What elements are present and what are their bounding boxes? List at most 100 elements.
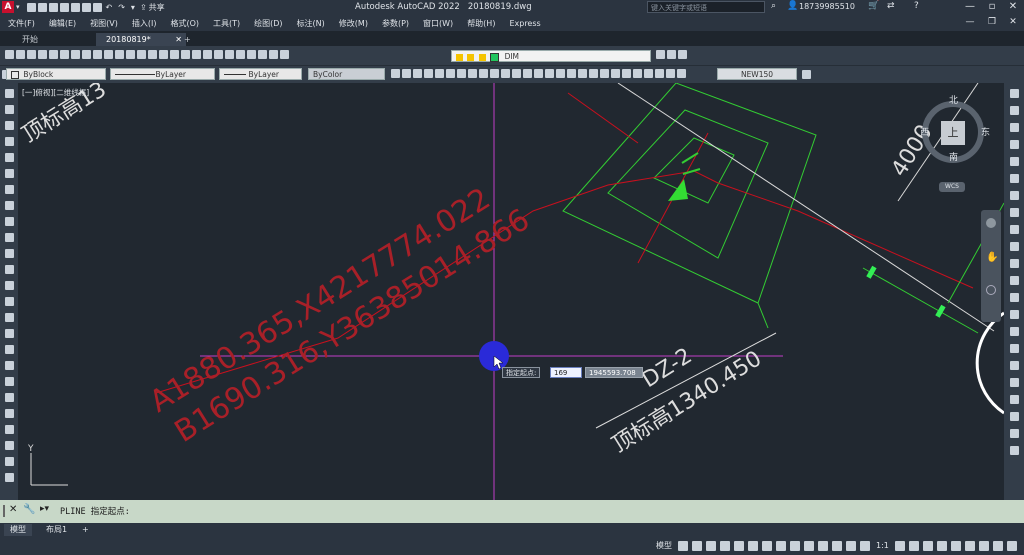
draw-tool-icon[interactable] [5, 313, 14, 322]
dynamic-input-icon[interactable] [720, 540, 730, 551]
menu-item[interactable]: 格式(O) [170, 18, 199, 29]
close-button[interactable]: ✕ [1003, 0, 1023, 15]
dimension-tool-icon[interactable] [391, 69, 400, 78]
block-editor-icon[interactable] [126, 50, 135, 59]
save-icon[interactable] [48, 2, 58, 12]
compass-west[interactable]: 西 [920, 125, 929, 138]
quick-properties-icon[interactable] [950, 540, 961, 551]
dimension-tool-icon[interactable] [578, 69, 587, 78]
draw-tool-icon[interactable] [5, 105, 14, 114]
draw-tool-icon[interactable] [5, 473, 14, 482]
dimension-tool-icon[interactable] [457, 69, 466, 78]
dimension-tool-icon[interactable] [600, 69, 609, 78]
model-space-button[interactable]: 模型 [656, 540, 672, 551]
modify-tool-icon[interactable] [1010, 242, 1019, 251]
lineweight-dropdown[interactable]: ByLayer [219, 68, 302, 80]
grid-icon[interactable] [678, 540, 688, 551]
cmd-recent-icon[interactable]: ▸▾ [40, 504, 49, 514]
dynamic-y-input[interactable]: 1945593.708 [585, 367, 643, 378]
modify-tool-icon[interactable] [1010, 361, 1019, 370]
draw-tool-icon[interactable] [5, 201, 14, 210]
layer-previous-icon[interactable] [678, 50, 687, 59]
modify-tool-icon[interactable] [1010, 412, 1019, 421]
share-icon[interactable]: ⇪ [140, 3, 147, 12]
draw-tool-icon[interactable] [5, 121, 14, 130]
menu-item[interactable]: 帮助(H) [467, 18, 495, 29]
doc-minimize-button[interactable]: — [960, 15, 980, 30]
dimension-tool-icon[interactable] [424, 69, 433, 78]
redo-icon[interactable] [148, 50, 157, 59]
redo-icon[interactable]: ↷ [118, 3, 125, 12]
cart-icon[interactable]: 🛒 [868, 1, 879, 11]
undo-icon[interactable]: ↶ [106, 3, 113, 12]
3d-print-icon[interactable] [71, 50, 80, 59]
dimension-tool-icon[interactable] [435, 69, 444, 78]
dimension-tool-icon[interactable] [666, 69, 675, 78]
share-button[interactable]: 共享 [149, 2, 165, 13]
draw-tool-icon[interactable] [5, 345, 14, 354]
steering-wheel-icon[interactable] [986, 218, 996, 228]
polar-icon[interactable] [748, 540, 758, 551]
customize-menu-icon[interactable] [1006, 540, 1017, 551]
menu-item[interactable]: 窗口(W) [423, 18, 453, 29]
dynamic-x-input[interactable]: 169 [550, 367, 582, 378]
publish-icon[interactable] [60, 50, 69, 59]
tool-palettes-icon[interactable] [225, 50, 234, 59]
paste-icon[interactable] [104, 50, 113, 59]
drawing-canvas[interactable]: 顶标高13 A1880.365,X4217774.022 B1690.316,Y… [18, 83, 1004, 500]
zoom-icon[interactable] [986, 285, 996, 295]
dimension-tool-icon[interactable] [446, 69, 455, 78]
zoom-window-icon[interactable] [181, 50, 190, 59]
modify-tool-icon[interactable] [1010, 208, 1019, 217]
dimension-tool-icon[interactable] [402, 69, 411, 78]
search-icon[interactable]: ⌕ [771, 1, 776, 11]
modify-tool-icon[interactable] [1010, 259, 1019, 268]
match-properties-icon[interactable] [115, 50, 124, 59]
annotation-visibility-icon[interactable] [846, 540, 856, 551]
snap-icon[interactable] [692, 540, 702, 551]
new-file-icon[interactable] [26, 2, 36, 12]
doc-restore-button[interactable]: ❐ [982, 15, 1002, 30]
dimension-tool-icon[interactable] [490, 69, 499, 78]
user-icon[interactable]: 👤 [787, 1, 798, 11]
sheet-set-icon[interactable] [236, 50, 245, 59]
dimension-tool-icon[interactable] [413, 69, 422, 78]
modify-tool-icon[interactable] [1010, 446, 1019, 455]
ortho-icon[interactable] [734, 540, 744, 551]
dimension-tool-icon[interactable] [523, 69, 532, 78]
viewport-controls-label[interactable]: [一]俯视][二维线框] [22, 87, 89, 98]
draw-tool-icon[interactable] [5, 249, 14, 258]
menu-item[interactable]: 绘图(D) [254, 18, 282, 29]
dimension-tool-icon[interactable] [479, 69, 488, 78]
draw-tool-icon[interactable] [5, 185, 14, 194]
dimension-tool-icon[interactable] [622, 69, 631, 78]
search-input[interactable]: 键入关键字或短语 [647, 1, 765, 13]
menu-item[interactable]: Express [509, 19, 540, 28]
zoom-realtime-icon[interactable] [170, 50, 179, 59]
annotation-monitor-icon[interactable] [922, 540, 933, 551]
tab-start[interactable]: 开始 [12, 33, 48, 46]
dimension-tool-icon[interactable] [589, 69, 598, 78]
new-tab-button[interactable]: + [180, 33, 195, 46]
app-menu-chevron-icon[interactable]: ▾ [16, 3, 20, 11]
color-dropdown[interactable]: ByBlock [6, 68, 106, 80]
draw-tool-icon[interactable] [5, 457, 14, 466]
cmd-close-icon[interactable]: ✕ [9, 504, 17, 515]
customize-quick-access-icon[interactable]: ▾ [131, 3, 135, 12]
pan-icon[interactable] [159, 50, 168, 59]
menu-item[interactable]: 修改(M) [339, 18, 368, 29]
dimension-tool-icon[interactable] [468, 69, 477, 78]
compass-east[interactable]: 东 [981, 125, 990, 138]
tab-model[interactable]: 模型 [4, 524, 32, 536]
cut-icon[interactable] [82, 50, 91, 59]
modify-tool-icon[interactable] [1010, 310, 1019, 319]
navigation-bar[interactable]: ✋ [981, 210, 1001, 322]
markup-icon[interactable] [247, 50, 256, 59]
dimension-tool-icon[interactable] [633, 69, 642, 78]
copy-icon[interactable] [93, 50, 102, 59]
design-center-icon[interactable] [214, 50, 223, 59]
units-icon[interactable] [936, 540, 947, 551]
dimension-tool-icon[interactable] [501, 69, 510, 78]
tab-layout1[interactable]: 布局1 [40, 524, 73, 536]
draw-tool-icon[interactable] [5, 233, 14, 242]
